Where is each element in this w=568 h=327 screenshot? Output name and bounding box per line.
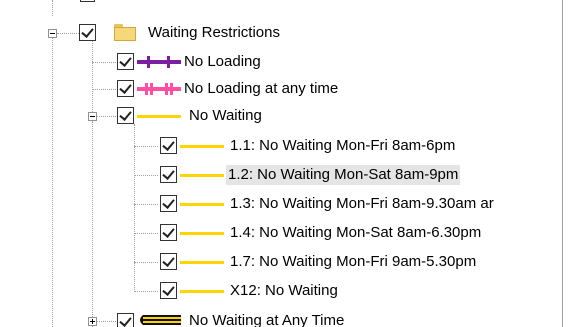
tree-guide-line bbox=[134, 291, 158, 293]
tree-guide-line bbox=[52, 38, 54, 327]
tree-guide-line bbox=[57, 33, 79, 35]
tree-guide-line bbox=[52, 0, 54, 16]
collapse-toggle-waiting-restrictions[interactable] bbox=[48, 29, 57, 38]
tree-guide-line bbox=[134, 204, 158, 206]
tree-label-no-waiting-1-7[interactable]: 1.7: No Waiting Mon-Fri 9am-5.30pm bbox=[228, 252, 478, 272]
check-icon bbox=[162, 138, 175, 151]
yellow-line-symbol-icon bbox=[180, 174, 224, 177]
panel-border bbox=[562, 0, 563, 327]
yellow-line-symbol-icon bbox=[180, 145, 224, 148]
tree-guide-line bbox=[134, 233, 158, 235]
tree-label-no-loading-at-any-time[interactable]: No Loading at any time bbox=[182, 79, 340, 99]
checkbox-no-waiting-at-any-time[interactable] bbox=[117, 313, 134, 327]
tree-guide-line bbox=[92, 62, 116, 64]
checkbox-no-waiting-1-4[interactable] bbox=[160, 224, 177, 241]
check-icon bbox=[119, 54, 132, 67]
checkbox-no-loading-at-any-time[interactable] bbox=[117, 80, 134, 97]
tree-label-no-waiting-1-2[interactable]: 1.2: No Waiting Mon-Sat 8am-9pm bbox=[226, 165, 461, 185]
expand-toggle-no-waiting-at-any-time[interactable] bbox=[88, 317, 97, 326]
yellow-line-symbol-icon bbox=[137, 115, 181, 118]
checkbox-waiting-restrictions[interactable] bbox=[79, 24, 96, 41]
pink-line-symbol-icon bbox=[137, 83, 181, 95]
tree-label-no-waiting[interactable]: No Waiting bbox=[187, 106, 264, 126]
checkbox-no-waiting-1-2[interactable] bbox=[160, 166, 177, 183]
double-yellow-line-symbol-icon bbox=[140, 315, 181, 325]
tree-row-clipped bbox=[80, 0, 155, 3]
check-icon bbox=[119, 81, 132, 94]
collapse-toggle-no-waiting[interactable] bbox=[88, 112, 97, 121]
checkbox-no-waiting-x12[interactable] bbox=[160, 282, 177, 299]
tree-label-no-waiting-1-1[interactable]: 1.1: No Waiting Mon-Fri 8am-6pm bbox=[228, 136, 457, 156]
checkbox-no-loading[interactable] bbox=[117, 53, 134, 70]
check-icon bbox=[162, 254, 175, 267]
checkbox-no-waiting-1-7[interactable] bbox=[160, 253, 177, 270]
yellow-line-symbol-icon bbox=[180, 290, 224, 293]
tree-guide-line bbox=[134, 175, 158, 177]
tree-guide-line bbox=[134, 146, 158, 148]
check-icon bbox=[162, 283, 175, 296]
check-icon bbox=[119, 108, 132, 121]
yellow-line-symbol-icon bbox=[180, 203, 224, 206]
check-icon bbox=[162, 225, 175, 238]
check-icon bbox=[81, 25, 94, 38]
tree-label-no-waiting-x12[interactable]: X12: No Waiting bbox=[228, 281, 340, 301]
tree-guide-line bbox=[134, 124, 136, 292]
purple-line-symbol-icon bbox=[137, 56, 181, 68]
yellow-line-symbol-icon bbox=[180, 232, 224, 235]
checkbox-no-waiting-1-3[interactable] bbox=[160, 195, 177, 212]
tree-label-waiting-restrictions[interactable]: Waiting Restrictions bbox=[146, 23, 282, 43]
tree-guide-line bbox=[92, 121, 94, 327]
tree-label-no-waiting-1-4[interactable]: 1.4: No Waiting Mon-Sat 8am-6.30pm bbox=[228, 223, 483, 243]
tree-guide-line bbox=[97, 321, 116, 323]
tree-guide-line bbox=[97, 116, 116, 118]
checkbox-no-waiting[interactable] bbox=[117, 107, 134, 124]
folder-icon bbox=[114, 24, 136, 41]
tree-label-no-loading[interactable]: No Loading bbox=[182, 52, 263, 72]
yellow-line-symbol-icon bbox=[180, 261, 224, 264]
tree-label-no-waiting-1-3[interactable]: 1.3: No Waiting Mon-Fri 8am-9.30am ar bbox=[228, 194, 496, 214]
layer-tree: Waiting Restrictions No Loading No Loadi… bbox=[0, 0, 568, 327]
tree-label-no-waiting-at-any-time[interactable]: No Waiting at Any Time bbox=[187, 311, 346, 327]
checkbox-no-waiting-1-1[interactable] bbox=[160, 137, 177, 154]
check-icon bbox=[162, 196, 175, 209]
tree-guide-line bbox=[134, 262, 158, 264]
tree-guide-line bbox=[92, 40, 94, 116]
check-icon bbox=[119, 314, 132, 327]
check-icon bbox=[162, 167, 175, 180]
tree-guide-line bbox=[92, 89, 116, 91]
